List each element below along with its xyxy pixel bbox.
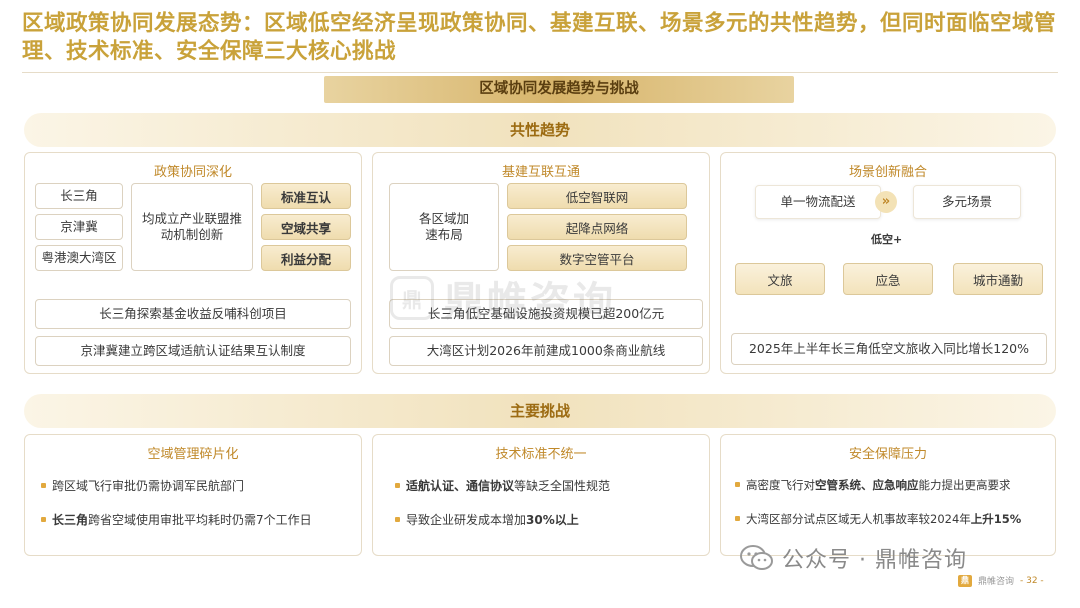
bullet-icon [41, 517, 46, 522]
policy-fact-1: 长三角探索基金收益反哺科创项目 [35, 299, 351, 329]
watermark-text: 鼎帷咨询 [444, 279, 616, 325]
double-chevron-right-icon: » [875, 191, 897, 213]
title-divider [22, 72, 1058, 73]
airspace-panel-title: 空域管理碎片化 [147, 447, 239, 462]
challenges-band: 主要挑战 [24, 394, 1056, 428]
footer-text: 公众号 · 鼎帷咨询 [782, 548, 967, 573]
infra-center-box: 各区域加速布局 [389, 183, 499, 271]
standard-item-2: 导致企业研发成本增加30%以上 [395, 511, 579, 528]
bullet-icon [735, 482, 740, 487]
standard-item-1: 适航认证、通信协议等缺乏全国性规范 [395, 477, 610, 494]
tag-landing-network: 起降点网络 [507, 214, 687, 240]
page-number-area: 鼎 鼎帷咨询 - 32 - [958, 574, 1044, 587]
tag-emergency: 应急 [843, 263, 933, 295]
tag-standard-mutual: 标准互认 [261, 183, 351, 209]
bullet-icon [735, 516, 740, 521]
bullet-icon [395, 483, 400, 488]
tag-commute: 城市通勤 [953, 263, 1043, 295]
page-number: - 32 - [1020, 575, 1044, 586]
airspace-panel: 空域管理碎片化 跨区域飞行审批仍需协调军民航部门 长三角跨省空域使用审批平均耗时… [24, 434, 362, 556]
infra-panel-title: 基建互联互通 [501, 165, 580, 180]
region-yangtze: 长三角 [35, 183, 123, 209]
policy-panel: 政策协同深化 长三角 京津冀 粤港澳大湾区 均成立产业联盟推动机制创新 标准互认… [24, 152, 362, 374]
infra-panel: 基建互联互通 各区域加速布局 低空智联网 起降点网络 数字空管平台 长三角低空基… [372, 152, 710, 374]
airspace-item-2: 长三角跨省空域使用审批平均耗时仍需7个工作日 [41, 511, 312, 528]
section-banner: 区域协同发展趋势与挑战 [324, 76, 794, 103]
scene-panel: 场景创新融合 单一物流配送 » 多元场景 低空+ 文旅 应急 城市通勤 2025… [720, 152, 1056, 374]
watermark-logo: 鼎 [390, 276, 434, 320]
bullet-icon [395, 517, 400, 522]
trends-band: 共性趋势 [24, 113, 1056, 147]
watermark: 鼎 鼎帷咨询 [390, 268, 680, 328]
policy-fact-2: 京津冀建立跨区域适航认证结果互认制度 [35, 336, 351, 366]
wechat-footer: 公众号 · 鼎帷咨询 [740, 542, 967, 574]
scene-to-box: 多元场景 [913, 185, 1021, 219]
brand-logo-icon: 鼎 [958, 574, 972, 587]
safety-item-1: 高密度飞行对空管系统、应急响应能力提出更高要求 [735, 477, 1011, 493]
region-gba: 粤港澳大湾区 [35, 245, 123, 271]
bullet-icon [41, 483, 46, 488]
region-jingjinji: 京津冀 [35, 214, 123, 240]
tag-smart-network: 低空智联网 [507, 183, 687, 209]
standard-panel-title: 技术标准不统一 [495, 447, 587, 462]
scene-fact: 2025年上半年长三角低空文旅收入同比增长120% [731, 333, 1047, 365]
scene-from-box: 单一物流配送 [755, 185, 881, 219]
airspace-item-1: 跨区域飞行审批仍需协调军民航部门 [41, 477, 244, 494]
tag-tourism: 文旅 [735, 263, 825, 295]
page-brand: 鼎帷咨询 [978, 577, 1015, 587]
policy-center-box: 均成立产业联盟推动机制创新 [131, 183, 253, 271]
infra-fact-2: 大湾区计划2026年前建成1000条商业航线 [389, 336, 703, 366]
standard-panel: 技术标准不统一 适航认证、通信协议等缺乏全国性规范 导致企业研发成本增加30%以… [372, 434, 710, 556]
page-title: 区域政策协同发展态势：区域低空经济呈现政策协同、基建互联、场景多元的共性趋势，但… [22, 11, 1057, 64]
wechat-icon [740, 545, 773, 570]
safety-panel: 安全保障压力 高密度飞行对空管系统、应急响应能力提出更高要求 大湾区部分试点区域… [720, 434, 1056, 556]
scene-plus-label: 低空+ [871, 233, 903, 246]
tag-benefit-share: 利益分配 [261, 245, 351, 271]
safety-panel-title: 安全保障压力 [848, 447, 927, 462]
safety-item-2: 大湾区部分试点区域无人机事故率较2024年上升15% [735, 511, 1021, 527]
policy-panel-title: 政策协同深化 [153, 165, 232, 180]
scene-panel-title: 场景创新融合 [848, 165, 927, 180]
tag-airspace-share: 空域共享 [261, 214, 351, 240]
